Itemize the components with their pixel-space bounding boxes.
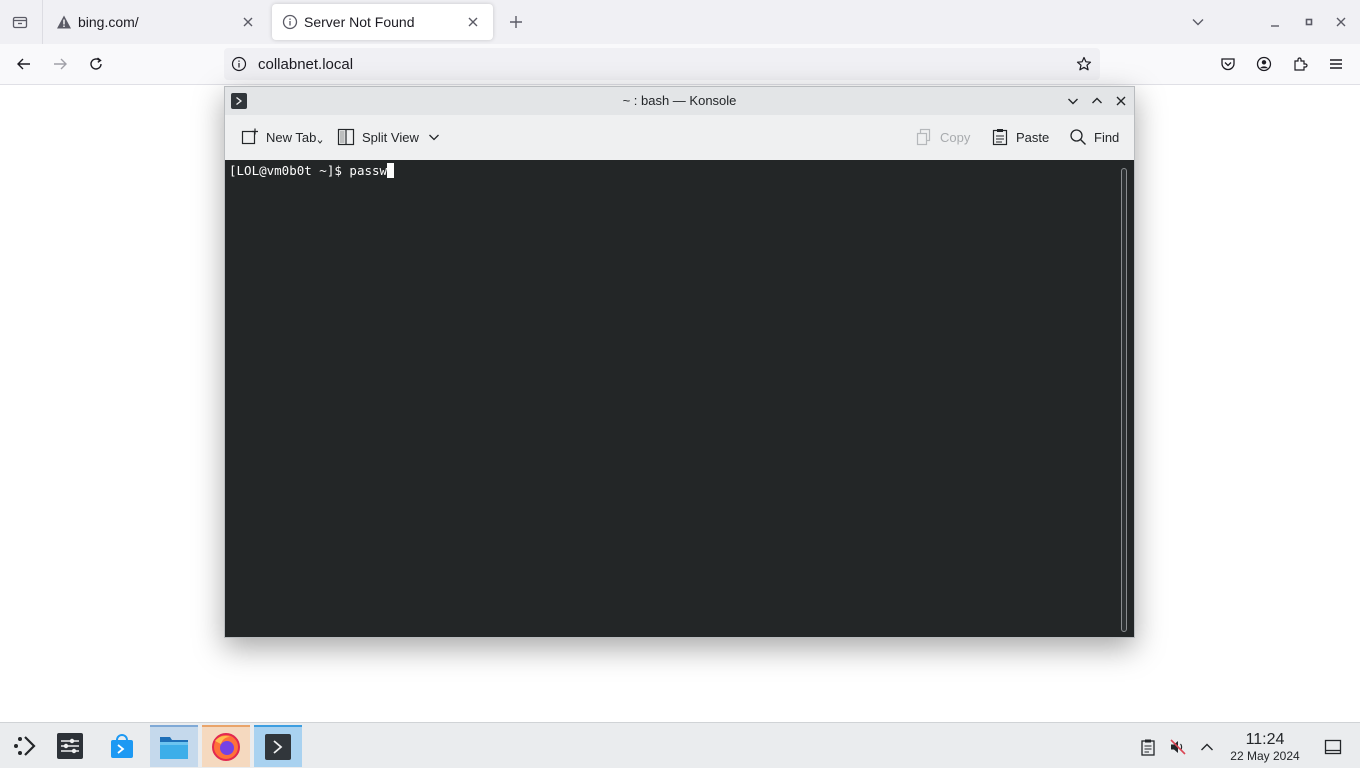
close-icon xyxy=(468,17,478,27)
split-view-icon xyxy=(337,128,355,146)
url-bar[interactable]: collabnet.local xyxy=(224,48,1100,80)
chevron-down-icon xyxy=(428,134,439,141)
digital-clock[interactable]: 11:24 22 May 2024 xyxy=(1222,731,1308,763)
forward-button[interactable] xyxy=(46,50,74,78)
maximize-icon xyxy=(1305,18,1313,26)
system-settings-icon xyxy=(57,733,83,759)
discover-store-icon xyxy=(111,734,133,758)
konsole-minimize-button[interactable] xyxy=(1063,91,1083,111)
firefox-icon xyxy=(212,733,240,761)
plus-icon xyxy=(510,16,522,28)
text-cursor xyxy=(387,163,395,178)
terminal-area[interactable]: [LOL@vm0b0t ~]$ passw xyxy=(225,160,1134,637)
url-text[interactable]: collabnet.local xyxy=(258,56,353,73)
chevron-down-icon xyxy=(1192,19,1204,26)
system-tray-expand-button[interactable] xyxy=(1197,737,1217,757)
application-launcher-button[interactable] xyxy=(0,725,48,767)
konsole-maximize-button[interactable] xyxy=(1087,91,1107,111)
clipboard-icon[interactable] xyxy=(1138,737,1158,757)
minimize-icon xyxy=(1271,25,1279,27)
dolphin-files-icon xyxy=(160,737,188,759)
discover-button[interactable] xyxy=(98,725,146,767)
browser-navigation-bar: collabnet.local xyxy=(0,44,1360,85)
puzzle-icon xyxy=(1294,57,1308,71)
tab-title: bing.com/ xyxy=(78,14,139,30)
terminal-scrollbar[interactable] xyxy=(1121,168,1127,632)
terminal-line: [LOL@vm0b0t ~]$ passw xyxy=(229,163,395,178)
account-button[interactable] xyxy=(1250,50,1278,78)
konsole-window-title: ~ : bash — Konsole xyxy=(622,93,737,108)
tab-bing[interactable]: bing.com/ xyxy=(46,4,268,40)
close-icon xyxy=(1116,96,1126,106)
copy-icon xyxy=(916,128,931,146)
tab-separator xyxy=(42,0,43,44)
firefox-button[interactable] xyxy=(202,725,250,767)
close-tab-button[interactable] xyxy=(463,12,483,32)
browser-tab-bar: bing.com/ Server Not Found xyxy=(0,0,1360,44)
konsole-toolbar: New Tab Split View Copy Paste Find xyxy=(225,115,1134,159)
minimize-window-button[interactable] xyxy=(1263,10,1287,34)
split-view-button[interactable]: Split View xyxy=(337,125,447,149)
split-view-label: Split View xyxy=(362,129,419,145)
tab-title: Server Not Found xyxy=(304,14,415,30)
dolphin-files-button[interactable] xyxy=(150,725,198,767)
reload-icon xyxy=(90,57,102,70)
chevron-up-icon xyxy=(1201,743,1213,751)
chevron-down-icon xyxy=(1068,98,1078,105)
new-tab-button[interactable] xyxy=(502,8,530,36)
new-tab-button[interactable]: New Tab xyxy=(241,125,323,149)
paste-label: Paste xyxy=(1016,129,1050,145)
warning-icon xyxy=(56,14,72,30)
tab-list-icon xyxy=(12,16,28,29)
close-icon xyxy=(1336,17,1346,27)
pocket-icon xyxy=(1221,58,1235,71)
site-info-icon[interactable] xyxy=(230,55,248,73)
clock-date: 22 May 2024 xyxy=(1230,749,1300,763)
copy-label: Copy xyxy=(940,129,971,145)
tab-list-button[interactable] xyxy=(6,8,34,36)
konsole-taskbar-button[interactable] xyxy=(254,725,302,767)
show-desktop-icon xyxy=(1324,739,1342,755)
arrow-left-icon xyxy=(17,58,30,70)
konsole-window: ~ : bash — Konsole New Tab Split View Co… xyxy=(224,86,1135,638)
close-window-button[interactable] xyxy=(1329,10,1353,34)
show-desktop-button[interactable] xyxy=(1322,737,1344,757)
dropdown-indicator-icon xyxy=(317,140,323,144)
chevron-up-icon xyxy=(1092,97,1102,104)
find-button[interactable]: Find xyxy=(1069,125,1119,149)
arrow-right-icon xyxy=(54,58,67,70)
paste-button[interactable]: Paste xyxy=(991,125,1049,149)
find-label: Find xyxy=(1094,129,1120,145)
reload-button[interactable] xyxy=(82,50,110,78)
system-settings-button[interactable] xyxy=(46,725,94,767)
account-icon xyxy=(1256,56,1272,72)
back-button[interactable] xyxy=(10,50,38,78)
app-menu-button[interactable] xyxy=(1322,50,1350,78)
new-tab-label: New Tab xyxy=(266,129,317,145)
pocket-button[interactable] xyxy=(1214,50,1242,78)
new-tab-icon xyxy=(241,128,258,145)
extensions-button[interactable] xyxy=(1286,50,1314,78)
konsole-icon xyxy=(265,734,291,760)
bookmark-star-icon[interactable] xyxy=(1074,54,1094,74)
maximize-window-button[interactable] xyxy=(1297,10,1321,34)
list-all-tabs-button[interactable] xyxy=(1186,8,1210,36)
tab-server-not-found[interactable]: Server Not Found xyxy=(272,4,493,40)
copy-button[interactable]: Copy xyxy=(915,125,970,149)
konsole-titlebar[interactable]: ~ : bash — Konsole xyxy=(225,87,1134,115)
info-icon xyxy=(282,14,298,30)
application-launcher-icon xyxy=(14,736,36,756)
typed-command: passw xyxy=(349,163,388,178)
shell-prompt: [LOL@vm0b0t ~]$ xyxy=(229,163,350,178)
paste-icon xyxy=(992,129,1008,146)
search-icon xyxy=(1070,129,1086,145)
volume-muted-icon[interactable] xyxy=(1168,737,1188,757)
konsole-close-button[interactable] xyxy=(1111,91,1131,111)
hamburger-menu-icon xyxy=(1330,59,1342,69)
close-tab-button[interactable] xyxy=(238,12,258,32)
close-icon xyxy=(243,17,253,27)
taskbar: 11:24 22 May 2024 xyxy=(0,722,1360,768)
clock-time: 11:24 xyxy=(1245,731,1285,748)
